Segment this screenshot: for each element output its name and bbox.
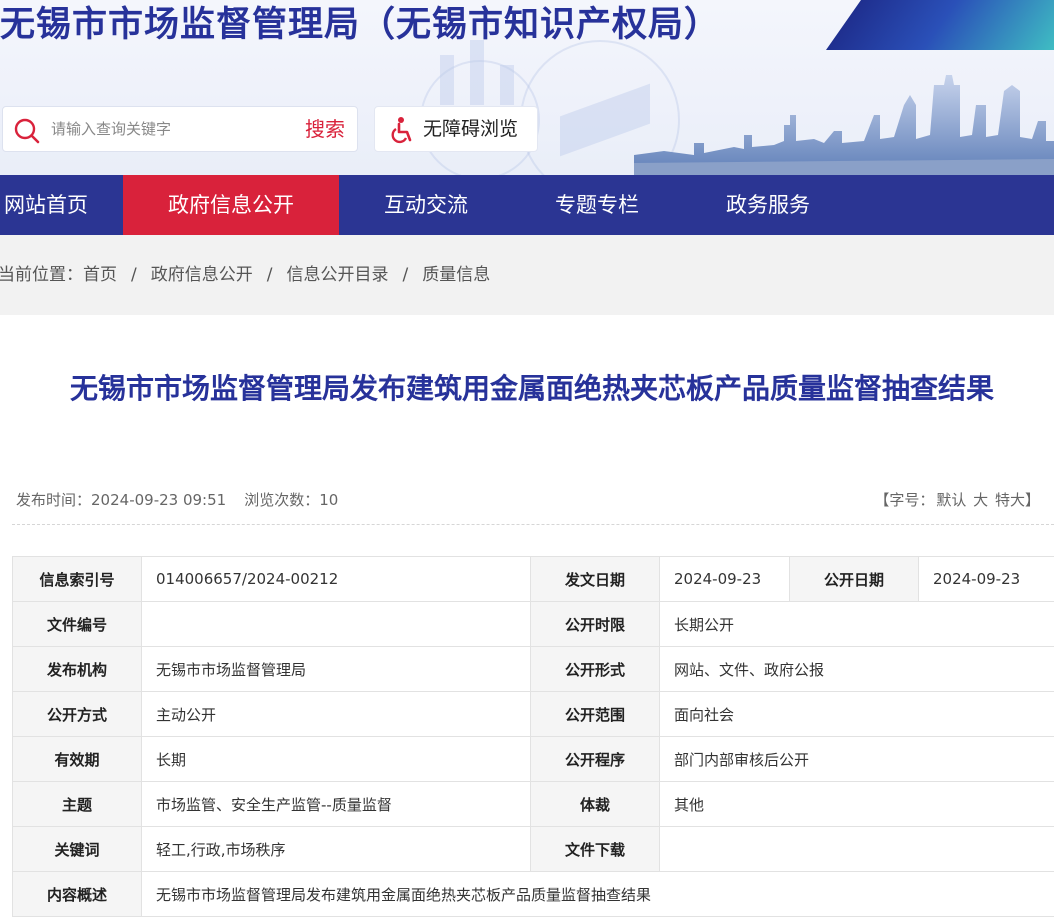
table-value: 无锡市市场监督管理局 <box>141 646 531 692</box>
font-size-switcher: 【字号： 默认 大 特大】 <box>874 488 1040 512</box>
table-key: 信息索引号 <box>12 556 142 602</box>
table-key: 关键词 <box>12 826 142 872</box>
breadcrumb-prefix: 当前位置： <box>0 265 83 285</box>
table-key: 体裁 <box>530 781 660 827</box>
city-skyline-image <box>634 75 1054 175</box>
table-row: 有效期 长期 公开程序 部门内部审核后公开 <box>12 736 1054 782</box>
table-key: 主题 <box>12 781 142 827</box>
table-key: 发布机构 <box>12 646 142 692</box>
table-row: 内容概述 无锡市市场监督管理局发布建筑用金属面绝热夹芯板产品质量监督抽查结果 <box>12 871 1054 917</box>
nav-item-gov-services[interactable]: 政务服务 <box>698 175 838 235</box>
table-value: 无锡市市场监督管理局发布建筑用金属面绝热夹芯板产品质量监督抽查结果 <box>141 871 1054 917</box>
table-key: 文件编号 <box>12 601 142 647</box>
breadcrumb: 当前位置：首页 / 政府信息公开 / 信息公开目录 / 质量信息 <box>0 263 490 287</box>
banner-decoration <box>440 55 454 105</box>
breadcrumb-home[interactable]: 首页 <box>83 265 117 285</box>
table-row: 文件编号 公开时限 长期公开 <box>12 601 1054 647</box>
publish-time-label: 发布时间： <box>16 491 92 509</box>
table-key: 有效期 <box>12 736 142 782</box>
breadcrumb-separator: / <box>131 265 137 285</box>
table-key: 公开时限 <box>530 601 660 647</box>
table-value: 市场监管、安全生产监管--质量监督 <box>141 781 531 827</box>
table-value <box>141 601 531 647</box>
accessibility-label: 无障碍浏览 <box>423 118 519 140</box>
nav-item-special-topics[interactable]: 专题专栏 <box>527 175 667 235</box>
table-value: 轻工,行政,市场秩序 <box>141 826 531 872</box>
file-download-link[interactable] <box>659 826 1054 872</box>
table-value: 2024-09-23 <box>918 556 1054 602</box>
divider <box>12 524 1054 525</box>
table-row: 关键词 轻工,行政,市场秩序 文件下载 <box>12 826 1054 872</box>
breadcrumb-separator: / <box>402 265 409 285</box>
table-row: 公开方式 主动公开 公开范围 面向社会 <box>12 691 1054 737</box>
search-input[interactable] <box>51 116 291 142</box>
table-value: 014006657/2024-00212 <box>141 556 531 602</box>
table-key: 内容概述 <box>12 871 142 917</box>
info-table: 信息索引号 014006657/2024-00212 发文日期 2024-09-… <box>12 556 1054 917</box>
publish-time: 2024-09-23 09:51 <box>91 491 227 509</box>
font-size-default[interactable]: 默认 <box>936 491 966 509</box>
search-box: 搜索 <box>2 106 358 152</box>
search-button[interactable]: 搜索 <box>305 115 345 143</box>
nav-item-home[interactable]: 网站首页 <box>0 175 100 235</box>
table-value: 网站、文件、政府公报 <box>659 646 1054 692</box>
table-value: 长期公开 <box>659 601 1054 647</box>
breadcrumb-gov-info[interactable]: 政府信息公开 <box>151 265 253 285</box>
font-size-close: 】 <box>1024 491 1040 509</box>
table-key: 公开形式 <box>530 646 660 692</box>
table-row: 发布机构 无锡市市场监督管理局 公开形式 网站、文件、政府公报 <box>12 646 1054 692</box>
article-meta: 发布时间：2024-09-23 09:51 浏览次数：10 <box>16 488 338 512</box>
table-value: 2024-09-23 <box>659 556 790 602</box>
article-title: 无锡市市场监督管理局发布建筑用金属面绝热夹芯板产品质量监督抽查结果 <box>69 372 994 405</box>
main-nav: 网站首页 政府信息公开 互动交流 专题专栏 政务服务 <box>0 175 1054 235</box>
table-key: 公开方式 <box>12 691 142 737</box>
table-value: 主动公开 <box>141 691 531 737</box>
table-key: 文件下载 <box>530 826 660 872</box>
nav-item-interaction[interactable]: 互动交流 <box>356 175 496 235</box>
table-value: 面向社会 <box>659 691 1054 737</box>
accessibility-button[interactable]: 无障碍浏览 <box>374 106 538 152</box>
table-key: 发文日期 <box>530 556 660 602</box>
banner-accent-shape <box>825 0 1054 50</box>
banner-decoration <box>500 65 514 105</box>
wheelchair-icon <box>391 117 412 144</box>
banner-decoration <box>470 40 484 105</box>
breadcrumb-catalog[interactable]: 信息公开目录 <box>286 265 388 285</box>
view-count-label: 浏览次数： <box>244 491 320 509</box>
font-size-xlarge[interactable]: 特大 <box>995 491 1025 509</box>
breadcrumb-quality-info[interactable]: 质量信息 <box>422 265 490 285</box>
table-value: 其他 <box>659 781 1054 827</box>
search-icon <box>14 118 40 144</box>
table-row: 信息索引号 014006657/2024-00212 发文日期 2024-09-… <box>12 556 1054 602</box>
font-size-label: 【字号： <box>874 491 935 509</box>
site-title: 无锡市市场监督管理局（无锡市知识产权局） <box>0 5 721 45</box>
table-key: 公开范围 <box>530 691 660 737</box>
header-banner: 无锡市市场监督管理局（无锡市知识产权局） 搜索 无障碍浏览 <box>0 0 1054 175</box>
table-key: 公开程序 <box>530 736 660 782</box>
breadcrumb-bar: 当前位置：首页 / 政府信息公开 / 信息公开目录 / 质量信息 <box>0 235 1054 315</box>
table-key: 公开日期 <box>789 556 919 602</box>
table-value: 长期 <box>141 736 531 782</box>
font-size-large[interactable]: 大 <box>973 491 988 509</box>
nav-item-gov-info[interactable]: 政府信息公开 <box>123 175 339 235</box>
view-count: 10 <box>319 491 339 509</box>
breadcrumb-separator: / <box>266 265 273 285</box>
table-row: 主题 市场监管、安全生产监管--质量监督 体裁 其他 <box>12 781 1054 827</box>
table-value: 部门内部审核后公开 <box>659 736 1054 782</box>
